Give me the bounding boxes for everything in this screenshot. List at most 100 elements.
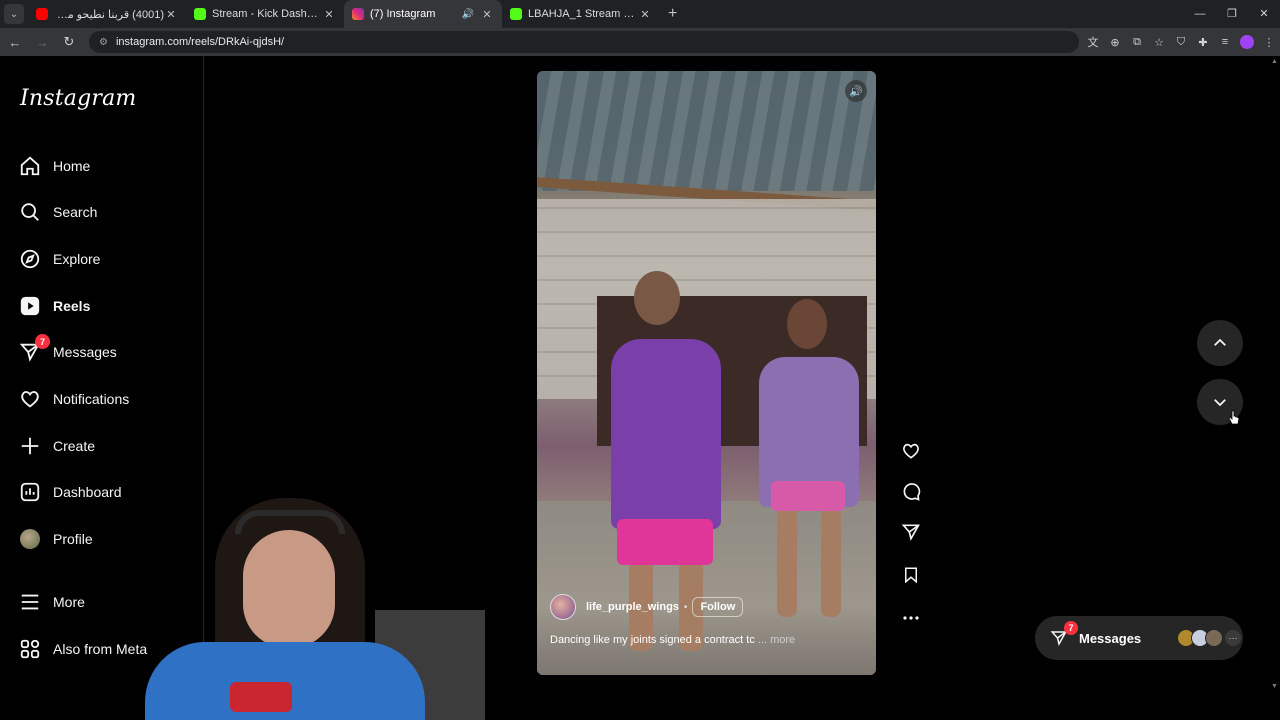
caption-text: Dancing like my joints signed a contract…	[550, 634, 755, 646]
browser-menu-icon[interactable]: ⋮	[1258, 36, 1280, 49]
extensions-puzzle-icon[interactable]: ✚	[1192, 36, 1214, 49]
browser-profile-avatar[interactable]	[1240, 35, 1254, 49]
sidebar-item-label: More	[53, 594, 85, 610]
comment-button[interactable]	[900, 481, 922, 503]
more-options-button[interactable]	[900, 607, 922, 629]
tab-title: Stream - Kick Dashboard	[212, 8, 322, 20]
follow-button[interactable]: Follow	[692, 597, 744, 617]
sidebar-item-label: Profile	[53, 531, 93, 547]
browser-tab-strip: ⌄ (4001) قربنا نطيحو من القارب! أحـ ✕ St…	[0, 0, 1280, 28]
sidebar-item-explore[interactable]: Explore	[18, 245, 198, 273]
messages-label: Messages	[1079, 630, 1142, 646]
youtube-favicon-icon	[36, 8, 48, 20]
author-username[interactable]: life_purple_wings	[586, 601, 679, 613]
instagram-logo[interactable]: Instagram	[20, 86, 136, 111]
zoom-icon[interactable]: ⊕	[1104, 36, 1126, 49]
menu-icon	[18, 590, 42, 614]
messenger-icon: 7	[18, 334, 50, 364]
sidebar-item-label: Create	[53, 438, 96, 454]
media-control-icon[interactable]: ≡	[1214, 36, 1236, 48]
sidebar-item-home[interactable]: Home	[18, 152, 198, 180]
bookmark-icon	[905, 567, 917, 584]
streamer-webcam-overlay	[145, 492, 485, 720]
save-button[interactable]	[900, 564, 922, 586]
heart-icon	[903, 443, 919, 459]
more-contacts-icon: ···	[1225, 630, 1242, 646]
sidebar-item-notifications[interactable]: Notifications	[18, 385, 198, 413]
install-app-icon[interactable]: ⧉	[1126, 36, 1148, 49]
headphones-icon	[235, 510, 345, 534]
restore-icon[interactable]: ❐	[1216, 0, 1248, 28]
toolbar-icons: 文 ⊕ ⧉ ☆ ⛉ ✚ ≡ ⋮	[1082, 28, 1280, 56]
video-person-left-shorts	[617, 519, 713, 565]
volume-icon[interactable]: 🔊	[845, 80, 867, 102]
sidebar-item-reels[interactable]: Reels	[18, 292, 198, 320]
send-icon	[901, 524, 920, 541]
sidebar-item-label: Search	[53, 204, 98, 220]
shield-extension-icon[interactable]: ⛉	[1170, 36, 1192, 49]
video-person-left-head	[634, 271, 680, 325]
like-button[interactable]	[900, 440, 922, 462]
plus-icon	[18, 434, 42, 458]
window-controls: — ❐ ✕	[1184, 0, 1280, 28]
close-window-icon[interactable]: ✕	[1248, 0, 1280, 28]
sidebar-item-messages[interactable]: 7 Messages	[18, 334, 198, 366]
contact-avatar	[1205, 629, 1224, 647]
back-arrow-icon[interactable]: ←	[3, 35, 27, 50]
previous-reel-button[interactable]	[1197, 320, 1243, 366]
reel-video[interactable]	[537, 71, 876, 675]
sidebar-item-label: Notifications	[53, 391, 130, 407]
more-dots-icon	[903, 616, 919, 620]
profile-avatar	[18, 527, 42, 551]
close-tab-icon[interactable]: ✕	[638, 8, 652, 21]
close-tab-icon[interactable]: ✕	[322, 8, 336, 21]
reel-caption[interactable]: Dancing like my joints signed a contract…	[550, 634, 850, 646]
hand-cursor-icon	[1228, 410, 1240, 425]
heart-icon	[18, 387, 42, 411]
kick-favicon-icon	[194, 8, 206, 20]
forward-arrow-icon[interactable]: →	[30, 35, 54, 50]
tab-search-dropdown[interactable]: ⌄	[4, 4, 24, 24]
comment-icon	[903, 483, 921, 501]
separator-dot: •	[683, 601, 688, 613]
reload-icon[interactable]: ↻	[57, 34, 81, 50]
sidebar-item-label: Home	[53, 158, 91, 174]
recent-contacts-avatars	[1177, 629, 1224, 647]
sidebar-item-label: Explore	[53, 251, 101, 267]
phone-in-hand	[230, 682, 292, 712]
author-avatar[interactable]	[550, 594, 576, 620]
close-tab-icon[interactable]: ✕	[164, 8, 178, 21]
browser-tab-kick-stream[interactable]: LBAHJA_1 Stream - Watch Live ✕	[502, 0, 660, 28]
sidebar-item-create[interactable]: Create	[18, 432, 198, 460]
video-scene-roof	[537, 71, 876, 191]
caption-more-link[interactable]: ... more	[758, 634, 795, 646]
home-icon	[18, 154, 42, 178]
sidebar-item-label: Reels	[53, 298, 91, 314]
translate-icon[interactable]: 文	[1082, 34, 1104, 50]
reels-icon	[18, 294, 42, 318]
bookmark-star-icon[interactable]: ☆	[1148, 36, 1170, 49]
compass-icon	[18, 247, 42, 271]
sidebar-item-search[interactable]: Search	[18, 198, 198, 226]
url-text: instagram.com/reels/DRkAi-qjdsH/	[115, 36, 285, 48]
browser-tab-kick-dashboard[interactable]: Stream - Kick Dashboard ✕	[186, 0, 344, 28]
audio-playing-icon[interactable]: 🔊	[462, 9, 474, 20]
sidebar-item-label: Also from Meta	[53, 641, 148, 657]
new-tab-button[interactable]: +	[668, 5, 677, 23]
messages-floating-button[interactable]: 7 Messages ···	[1035, 616, 1243, 660]
minimize-icon[interactable]: —	[1184, 0, 1216, 28]
webcam-person-face	[243, 530, 335, 648]
site-info-icon[interactable]: ⚙	[99, 37, 108, 48]
dashboard-icon	[18, 480, 42, 504]
reel-author: life_purple_wings • Follow	[550, 594, 744, 620]
browser-tab-youtube[interactable]: (4001) قربنا نطيحو من القارب! أحـ ✕	[28, 0, 186, 28]
page-scrollbar[interactable]	[1270, 56, 1280, 720]
messages-badge: 7	[35, 334, 50, 349]
close-tab-icon[interactable]: ✕	[480, 8, 494, 21]
address-bar[interactable]: ⚙ instagram.com/reels/DRkAi-qjdsH/	[89, 31, 1079, 53]
browser-tab-instagram[interactable]: (7) Instagram 🔊 ✕	[344, 0, 502, 28]
sidebar-item-label: Messages	[53, 344, 117, 360]
tab-title: (7) Instagram	[370, 8, 436, 20]
chevron-up-icon	[1214, 338, 1226, 346]
share-button[interactable]	[900, 521, 922, 543]
